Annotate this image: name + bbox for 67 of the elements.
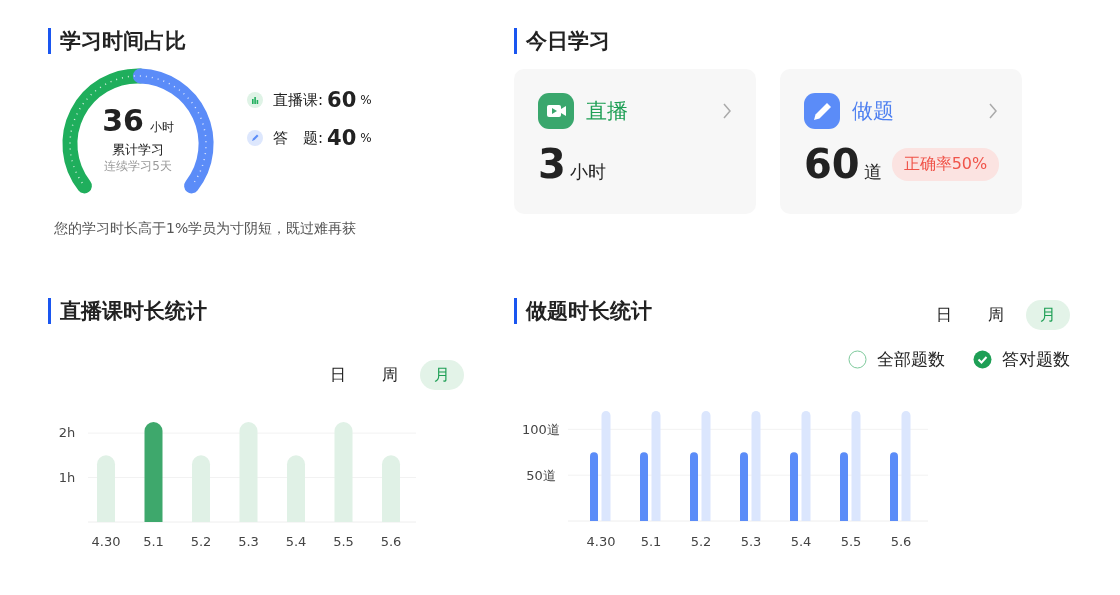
- axis-label: 5.6: [890, 534, 912, 549]
- axis-label: 1h: [58, 469, 76, 485]
- bar-chart-icon: [247, 92, 263, 108]
- percent-sign: %: [360, 131, 372, 145]
- axis-label: 5.3: [740, 534, 762, 549]
- bar: [192, 455, 210, 522]
- axis-label: 5.1: [640, 534, 662, 549]
- share-value: 60: [327, 88, 357, 112]
- period-tab[interactable]: 日: [922, 300, 966, 330]
- card-unit: 道: [863, 160, 882, 184]
- legend-checkbox[interactable]: [848, 350, 867, 369]
- legend-label: 答对题数: [1002, 348, 1070, 371]
- section-title: 今日学习: [514, 28, 1120, 54]
- axis-label: 4.30: [91, 534, 121, 549]
- bar: [790, 452, 798, 521]
- card-value: 3: [538, 141, 566, 187]
- stat-card[interactable]: 直播 3 小时: [514, 69, 756, 214]
- bar: [690, 452, 698, 521]
- accuracy-badge: 正确率50%: [891, 147, 1000, 181]
- axis-label: 5.2: [690, 534, 712, 549]
- period-tab[interactable]: 周: [974, 300, 1018, 330]
- section-title: 直播课时长统计: [48, 298, 514, 324]
- chevron-right-icon: [722, 102, 732, 120]
- chevron-right-icon: [988, 102, 998, 120]
- card-unit: 小时: [569, 160, 606, 184]
- section-title: 做题时长统计: [514, 298, 652, 324]
- bar: [287, 455, 305, 522]
- period-tab[interactable]: 日: [316, 360, 360, 390]
- axis-label: 5.3: [238, 534, 259, 549]
- legend-label: 全部题数: [877, 348, 945, 371]
- card-title: 直播: [586, 98, 629, 125]
- share-value: 40: [327, 126, 357, 150]
- pencil-icon: [804, 93, 840, 129]
- pen-icon: [247, 130, 263, 146]
- percent-sign: %: [360, 93, 372, 107]
- axis-label: 5.4: [285, 534, 307, 549]
- axis-label: 5.6: [380, 534, 402, 549]
- bar: [382, 455, 400, 522]
- legend-checkbox[interactable]: [973, 350, 992, 369]
- period-tab[interactable]: 周: [368, 360, 412, 390]
- hours-unit: 小时: [149, 119, 174, 136]
- gauge-label: 累计学习: [112, 142, 164, 158]
- card-title: 做题: [852, 98, 895, 125]
- bar: [97, 455, 115, 522]
- axis-label: 5.4: [790, 534, 812, 549]
- card-value: 60: [804, 141, 860, 187]
- streak-text: 连续学习5天: [104, 158, 172, 174]
- bar: [740, 452, 748, 521]
- axis-label: 100道: [522, 422, 560, 438]
- axis-label: 5.2: [190, 534, 212, 549]
- legend-label: 答 题:: [273, 128, 324, 148]
- video-camera-icon: [538, 93, 574, 129]
- axis-label: 4.30: [586, 534, 616, 549]
- bar: [890, 452, 898, 521]
- axis-label: 50道: [526, 468, 556, 484]
- bar: [590, 452, 598, 521]
- axis-label: 5.5: [840, 534, 862, 549]
- axis-label: 2h: [58, 425, 76, 441]
- legend-label: 直播课:: [273, 90, 324, 110]
- total-hours: 36: [102, 104, 144, 138]
- summary-text: 您的学习时长高于1%学员为寸阴短，既过难再获: [54, 220, 358, 238]
- axis-label: 5.5: [333, 534, 354, 549]
- section-title: 学习时间占比: [48, 28, 514, 54]
- stat-card[interactable]: 做题 60 道 正确率50%: [780, 69, 1022, 214]
- axis-label: 5.1: [143, 534, 164, 549]
- bar: [840, 452, 848, 521]
- bar: [640, 452, 648, 521]
